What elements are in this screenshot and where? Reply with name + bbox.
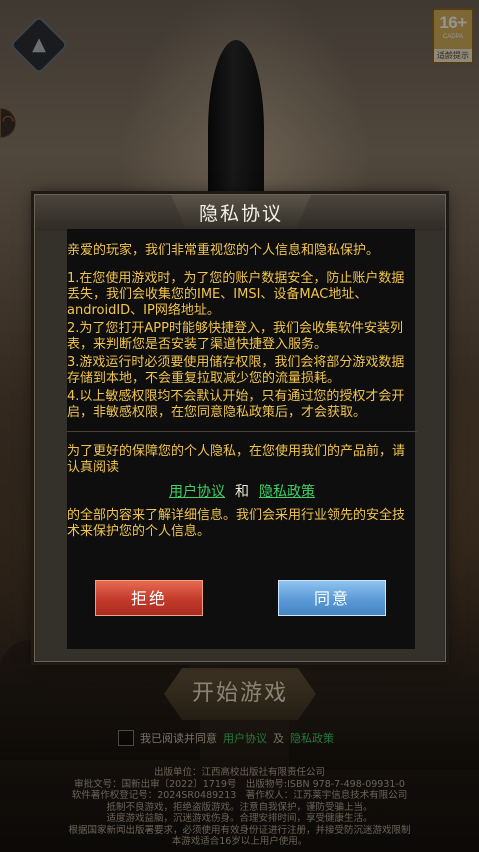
privacy-policy-link[interactable]: 隐私政策 bbox=[259, 484, 315, 500]
policy-links: 用户协议和隐私政策 bbox=[67, 484, 417, 500]
dialog-content: 亲爱的玩家，我们非常重视您的个人信息和隐私保护。 1.在您使用游戏时，为了您的账… bbox=[67, 243, 417, 540]
privacy-item-4: 4.以上敏感权限均不会默认开始，只有通过您的授权才会开启，非敏感权限，在您同意隐… bbox=[67, 389, 405, 420]
privacy-item-3: 3.游戏运行时必须要使用储存权限，我们会将部分游戏数据存储到本地，不会重复拉取减… bbox=[67, 355, 405, 386]
content-divider bbox=[67, 431, 417, 432]
closing-text: 的全部内容来了解详细信息。我们会采用行业领先的安全技术来保护您的个人信息。 bbox=[67, 508, 406, 539]
agree-button[interactable]: 同意 bbox=[278, 580, 386, 616]
user-agreement-link[interactable]: 用户协议 bbox=[169, 484, 225, 500]
refuse-button[interactable]: 拒绝 bbox=[95, 580, 203, 616]
privacy-item-1: 1.在您使用游戏时，为了您的账户数据安全，防止账户数据丢失，我们会收集您的IME… bbox=[67, 271, 405, 318]
links-and: 和 bbox=[235, 484, 249, 500]
read-prompt: 为了更好的保障您的个人隐私，在您使用我们的产品前，请认真阅读 bbox=[67, 444, 406, 475]
intro-text: 亲爱的玩家，我们非常重视您的个人信息和隐私保护。 bbox=[67, 243, 380, 258]
privacy-dialog: 隐私协议 亲爱的玩家，我们非常重视您的个人信息和隐私保护。 1.在您使用游戏时，… bbox=[34, 194, 446, 662]
dialog-title: 隐私协议 bbox=[198, 203, 283, 225]
privacy-item-2: 2.为了您打开APP时能够快捷登入，我们会收集软件安装列表，来判断您是否安装了渠… bbox=[67, 321, 403, 352]
